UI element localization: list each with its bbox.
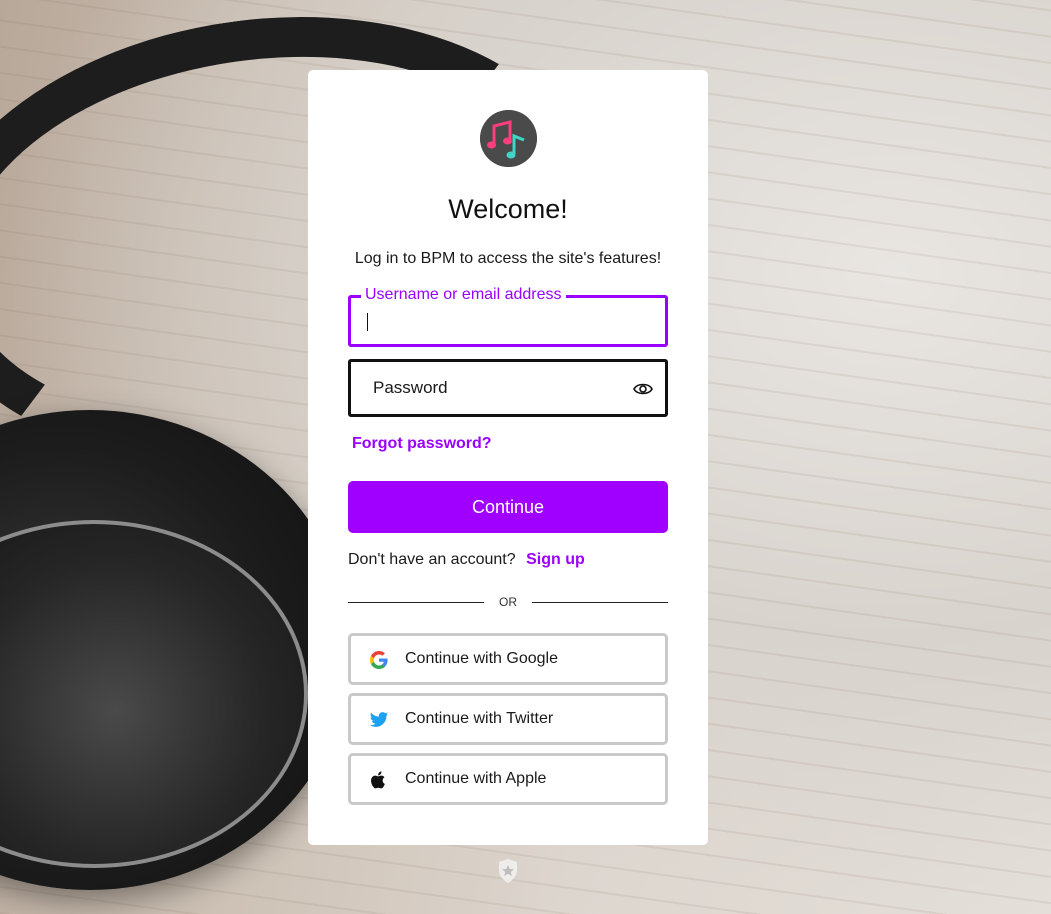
continue-with-apple-button[interactable]: Continue with Apple xyxy=(348,753,668,805)
google-button-label: Continue with Google xyxy=(405,650,558,667)
password-input[interactable] xyxy=(373,362,643,414)
username-field[interactable]: Username or email address xyxy=(348,286,668,347)
or-divider: OR xyxy=(348,593,668,611)
divider-line-right xyxy=(532,602,668,603)
page-subtitle: Log in to BPM to access the site's featu… xyxy=(354,250,662,267)
forgot-password-link[interactable]: Forgot password? xyxy=(352,435,492,453)
eye-icon[interactable] xyxy=(633,379,653,399)
apple-button-label: Continue with Apple xyxy=(405,770,547,787)
apple-icon xyxy=(369,770,389,790)
page-title: Welcome! xyxy=(448,194,568,224)
username-input[interactable] xyxy=(365,298,635,344)
twitter-button-label: Continue with Twitter xyxy=(405,710,554,727)
signup-prompt: Don't have an account? xyxy=(348,551,516,568)
login-card: Welcome! Log in to BPM to access the sit… xyxy=(308,70,708,845)
sign-up-link[interactable]: Sign up xyxy=(526,551,585,568)
signup-row: Don't have an account? Sign up xyxy=(348,551,585,569)
auth0-badge-icon xyxy=(497,858,519,884)
google-icon xyxy=(369,650,389,670)
continue-with-google-button[interactable]: Continue with Google xyxy=(348,633,668,685)
continue-with-twitter-button[interactable]: Continue with Twitter xyxy=(348,693,668,745)
text-caret xyxy=(367,313,368,331)
twitter-icon xyxy=(369,710,389,730)
password-field[interactable] xyxy=(348,359,668,417)
music-notes-logo xyxy=(480,110,537,167)
continue-button[interactable]: Continue xyxy=(348,481,668,533)
